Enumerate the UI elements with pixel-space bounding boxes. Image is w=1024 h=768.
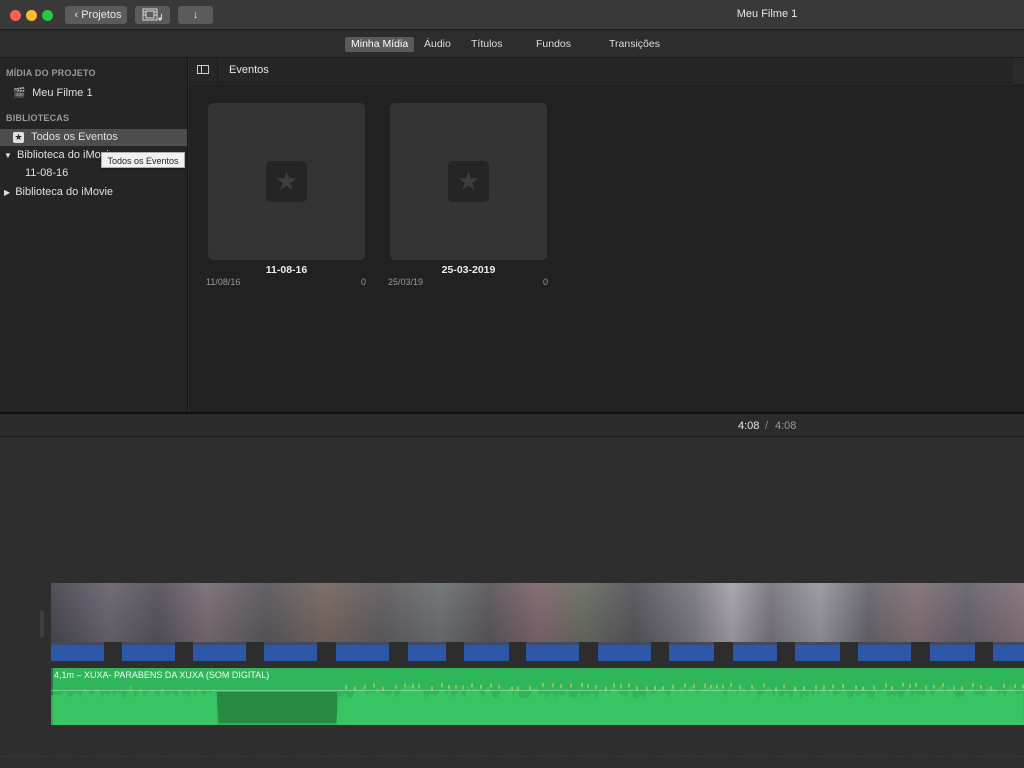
video-clip-segment[interactable]	[733, 642, 777, 661]
video-clip-segment[interactable]	[795, 642, 840, 661]
sidebar-item-library-collapsed[interactable]: ▶ Biblioteca do iMovie	[0, 184, 187, 201]
tab-backgrounds[interactable]: Fundos	[530, 37, 577, 52]
projects-back-button[interactable]: ‹ Projetos	[65, 6, 127, 24]
star-icon: ★	[448, 161, 489, 202]
timecode-bar: 4:08 / 4:08	[0, 414, 1024, 437]
video-clip-segment[interactable]	[51, 642, 104, 661]
events-header: Eventos	[189, 58, 1013, 83]
timecode-current: 4:08	[738, 420, 760, 432]
tab-titles[interactable]: Títulos	[465, 37, 509, 52]
download-arrow-icon: ↓	[192, 9, 199, 21]
video-clip-segment[interactable]	[598, 642, 651, 661]
event-name: 25-03-2019	[441, 264, 496, 276]
projects-button-label: Projetos	[81, 9, 122, 21]
media-toggle-button[interactable]	[135, 6, 170, 24]
sidebar-item-all-events-label: Todos os Eventos	[31, 131, 118, 143]
sidebar-icon	[197, 65, 209, 74]
star-icon: ★	[13, 132, 24, 143]
browser-tabs: Minha Mídia Áudio Títulos Fundos Transiç…	[0, 31, 1024, 58]
libraries-heading: BIBLIOTECAS	[6, 113, 70, 123]
sidebar-item-project[interactable]: 🎬 Meu Filme 1	[0, 85, 187, 102]
video-clip-segment[interactable]	[930, 642, 975, 661]
event-date: 11/08/16	[206, 277, 241, 287]
timecode-separator: /	[765, 420, 769, 432]
tab-audio[interactable]: Áudio	[418, 37, 457, 52]
close-window-button[interactable]	[10, 10, 21, 21]
video-clip-segment[interactable]	[993, 642, 1024, 661]
clapperboard-icon: 🎬	[13, 88, 26, 99]
film-music-icon	[142, 8, 162, 21]
disclosure-triangle-down-icon[interactable]: ▼	[4, 151, 12, 160]
timeline[interactable]: 4,1m – XUXA- PARABENS DA XUXA (SOM DIGIT…	[0, 438, 1024, 768]
tooltip: Todos os Eventos	[101, 152, 185, 168]
video-clip-segment[interactable]	[336, 642, 389, 661]
video-clip-segment[interactable]	[122, 642, 175, 661]
video-clip-segment[interactable]	[408, 642, 446, 661]
chevron-left-icon: ‹	[74, 9, 79, 21]
sidebar-item-project-label: Meu Filme 1	[32, 87, 93, 99]
sidebar-toggle-button[interactable]	[189, 58, 218, 82]
waveform-shape	[51, 685, 1024, 725]
title-bar: ‹ Projetos ↓ Meu Filme 1	[0, 0, 1024, 30]
video-clip-segment[interactable]	[464, 642, 509, 661]
timeline-bottom-strip	[0, 756, 1024, 768]
timecode-total: 4:08	[775, 420, 797, 432]
video-clip-segment[interactable]	[526, 642, 579, 661]
event-clip-count: 0	[543, 277, 549, 287]
audio-clip-label: 4,1m – XUXA- PARABENS DA XUXA (SOM DIGIT…	[54, 670, 270, 680]
disclosure-triangle-right-icon[interactable]: ▶	[4, 188, 10, 197]
tab-transitions[interactable]: Transições	[603, 37, 666, 52]
video-clip-segment[interactable]	[264, 642, 317, 661]
timeline-start-handle[interactable]	[40, 611, 44, 637]
tab-my-media[interactable]: Minha Mídia	[345, 37, 415, 52]
star-icon: ★	[266, 161, 307, 202]
video-clip-segment[interactable]	[193, 642, 246, 661]
event-thumbnail[interactable]: ★	[390, 103, 547, 260]
video-clip-segment[interactable]	[858, 642, 911, 661]
clip-strip	[51, 642, 1024, 661]
audio-clip[interactable]: 4,1m – XUXA- PARABENS DA XUXA (SOM DIGIT…	[51, 668, 1024, 725]
window-title: Meu Filme 1	[736, 8, 798, 20]
import-button[interactable]: ↓	[178, 6, 213, 24]
sidebar-item-library-collapsed-label: Biblioteca do iMovie	[15, 186, 114, 198]
events-grid: ★ 11-08-16 11/08/16 0 ★ 25-03-2019 25/03…	[189, 84, 1024, 412]
event-date: 25/03/19	[388, 277, 424, 287]
video-clip-segment[interactable]	[669, 642, 714, 661]
event-name: 11-08-16	[265, 264, 308, 276]
event-thumbnail[interactable]: ★	[208, 103, 365, 260]
event-clip-count: 0	[361, 277, 367, 287]
project-media-heading: MÍDIA DO PROJETO	[6, 68, 96, 78]
video-clip-filmstrip[interactable]	[51, 583, 1024, 642]
events-title: Eventos	[229, 64, 269, 76]
audio-volume-line[interactable]	[51, 690, 1024, 691]
minimize-window-button[interactable]	[26, 10, 37, 21]
libraries-sidebar: MÍDIA DO PROJETO 🎬 Meu Filme 1 BIBLIOTEC…	[0, 58, 188, 412]
sidebar-item-all-events[interactable]: ★ Todos os Eventos	[0, 129, 187, 146]
zoom-window-button[interactable]	[42, 10, 53, 21]
